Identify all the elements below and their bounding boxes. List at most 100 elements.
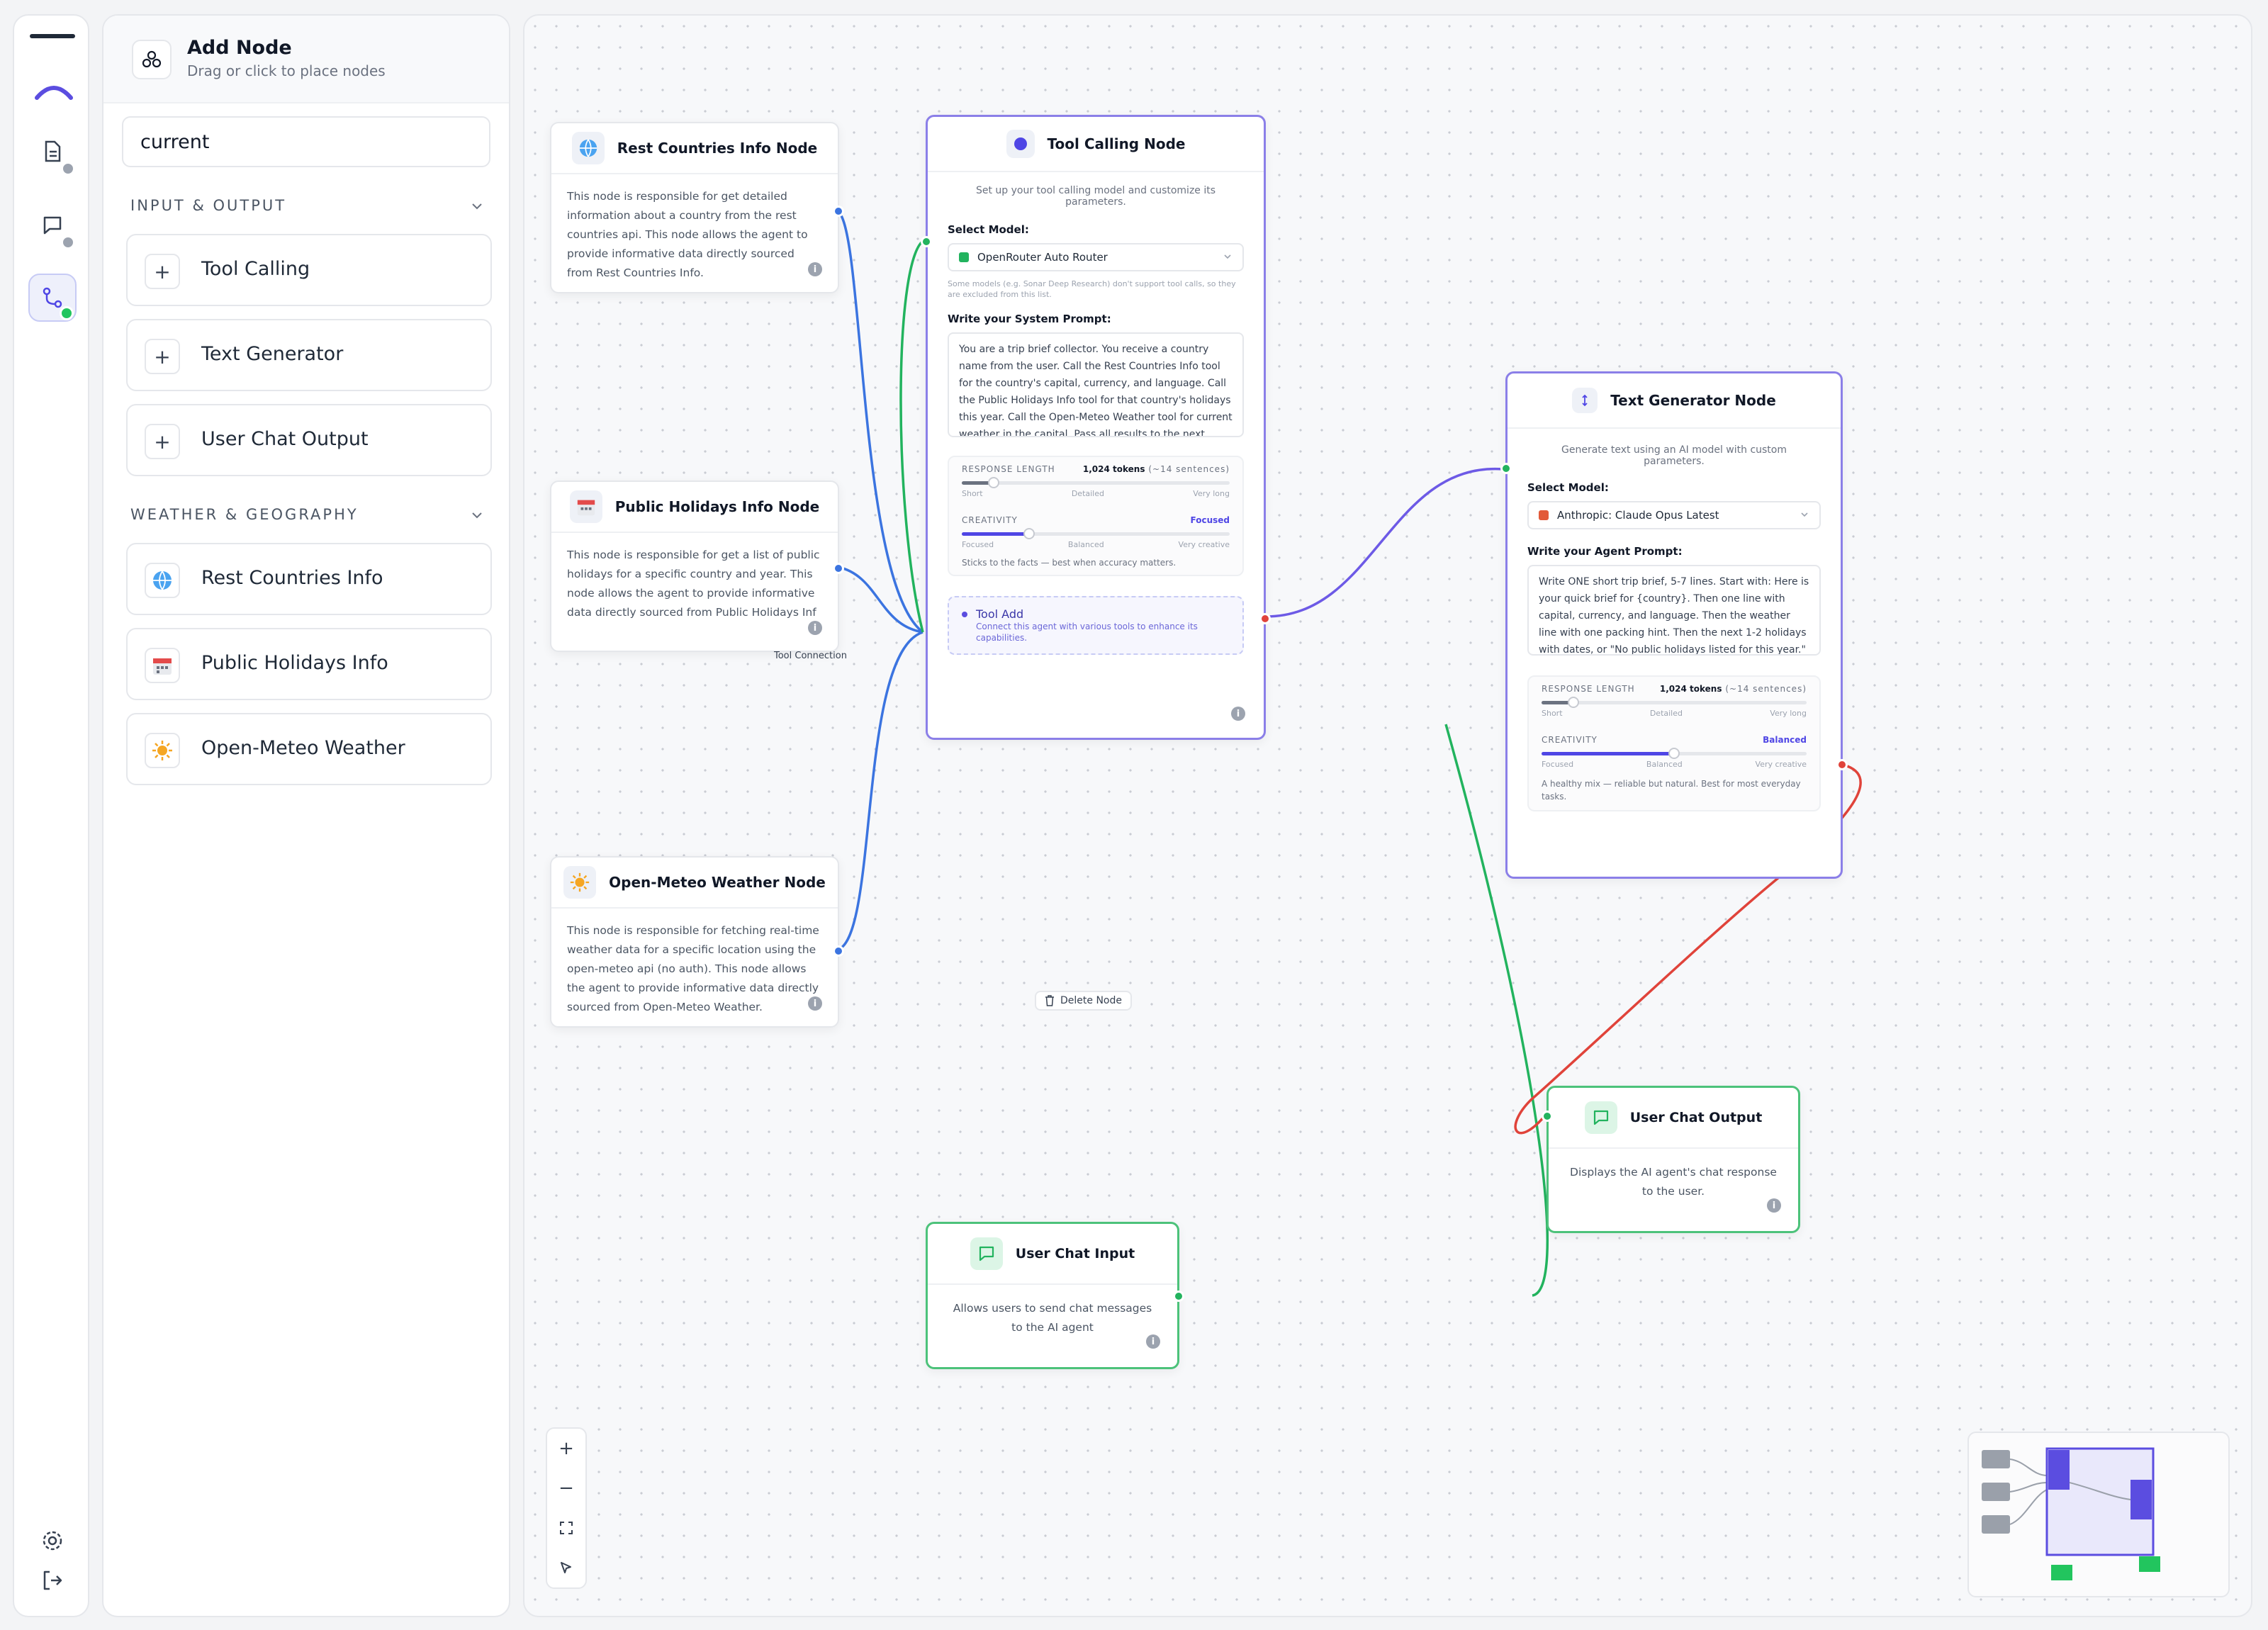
system-prompt-textarea[interactable]: You are a trip brief collector. You rece… — [948, 332, 1244, 437]
creativity-row: CREATIVITY Balanced — [1542, 735, 1807, 745]
tick-label: Very long — [1193, 489, 1230, 498]
chevron-down-icon — [472, 512, 482, 519]
response-length-slider[interactable] — [962, 477, 1230, 488]
agent-prompt-textarea[interactable]: Write ONE short trip brief, 5-7 lines. S… — [1527, 565, 1821, 656]
slider-handle[interactable] — [1567, 697, 1579, 708]
calendar-icon — [569, 490, 602, 523]
lock-button[interactable] — [547, 1548, 585, 1587]
input-handle[interactable] — [1542, 1111, 1553, 1122]
tool-input-handle[interactable] — [921, 236, 932, 247]
rail-documents-button[interactable] — [28, 128, 77, 176]
slider-handle[interactable] — [988, 477, 1000, 488]
section-input-output[interactable]: INPUT & OUTPUT — [130, 197, 482, 214]
model-select[interactable]: Anthropic: Claude Opus Latest — [1527, 501, 1821, 529]
fit-view-icon — [560, 1522, 573, 1534]
prompt-label: Write your System Prompt: — [948, 313, 1111, 325]
node-rest-countries[interactable]: Rest Countries Info Node This node is re… — [550, 122, 844, 293]
select-model-label: Select Model: — [948, 223, 1029, 236]
creativity-slider[interactable] — [1542, 748, 1807, 759]
trash-icon — [1045, 995, 1054, 1006]
node-item-public-holidays[interactable]: Public Holidays Info — [126, 628, 492, 700]
node-item-rest-countries[interactable]: Rest Countries Info — [126, 543, 492, 615]
node-user-chat-input[interactable]: User Chat Input Allows users to send cha… — [926, 1222, 1184, 1369]
tool-add-dropzone[interactable]: Tool Add Connect this agent with various… — [948, 596, 1244, 655]
logo-icon — [35, 86, 73, 100]
rail-workflow-button[interactable] — [28, 274, 77, 322]
response-length-label: RESPONSE LENGTH — [962, 464, 1055, 474]
info-icon[interactable]: i — [1146, 1334, 1160, 1349]
node-item-label: Open-Meteo Weather — [201, 737, 405, 759]
logout-icon[interactable] — [40, 1568, 65, 1593]
info-icon[interactable]: i — [808, 996, 822, 1011]
plus-icon: + — [145, 254, 180, 289]
creativity-label: CREATIVITY — [962, 515, 1018, 525]
delete-node-button[interactable]: Delete Node — [1035, 991, 1132, 1011]
node-search-input[interactable] — [122, 116, 490, 167]
output-handle[interactable] — [1173, 1291, 1184, 1302]
node-open-meteo[interactable]: Open-Meteo Weather Node This node is res… — [550, 856, 844, 1028]
node-title: User Chat Output — [1629, 1110, 1763, 1125]
node-user-chat-output[interactable]: User Chat Output Displays the AI agent's… — [1542, 1086, 1800, 1233]
menu-icon[interactable] — [30, 34, 75, 38]
nodes-icon — [132, 40, 172, 79]
zoom-in-button[interactable]: + — [547, 1429, 585, 1468]
pointer-icon — [561, 1562, 571, 1573]
tick-label: Detailed — [1649, 709, 1683, 718]
slider-handle[interactable] — [1023, 528, 1035, 539]
status-dot — [60, 306, 74, 320]
info-icon[interactable]: i — [808, 262, 822, 276]
delete-node-label: Delete Node — [1060, 995, 1122, 1006]
info-icon[interactable]: i — [808, 621, 822, 635]
settings-icon[interactable] — [40, 1528, 65, 1553]
output-handle[interactable] — [1836, 759, 1848, 770]
wire-public-holidays — [837, 566, 924, 634]
tick-label: Short — [962, 489, 983, 498]
fit-view-button[interactable] — [547, 1508, 585, 1548]
creativity-description: Sticks to the facts — best when accuracy… — [962, 558, 1177, 568]
plus-icon: + — [145, 339, 180, 374]
node-description: This node is responsible for fetching re… — [567, 924, 819, 1013]
output-handle[interactable] — [833, 206, 844, 217]
node-item-tool-calling[interactable]: + Tool Calling — [126, 234, 492, 306]
slider-handle[interactable] — [1668, 748, 1680, 759]
node-text-generator[interactable]: Text Generator Node Generate text using … — [1500, 371, 1848, 879]
node-description: Displays the AI agent's chat response to… — [1570, 1166, 1777, 1198]
response-length-slider[interactable] — [1542, 697, 1807, 708]
zoom-out-button[interactable]: − — [547, 1468, 585, 1508]
tick-label: Detailed — [1071, 489, 1104, 498]
node-title: Open-Meteo Weather Node — [609, 874, 826, 891]
chevron-down-icon — [1224, 254, 1231, 259]
creativity-value: Balanced — [1763, 735, 1807, 745]
node-item-text-generator[interactable]: + Text Generator — [126, 319, 492, 391]
output-handle[interactable] — [833, 563, 844, 574]
plus-icon: + — [145, 424, 180, 459]
minimap[interactable] — [1967, 1432, 2230, 1597]
node-item-label: Tool Calling — [201, 258, 310, 280]
node-title: Rest Countries Info Node — [617, 140, 818, 157]
rail-chat-button[interactable] — [28, 201, 77, 249]
node-public-holidays[interactable]: Public Holidays Info Node This node is r… — [550, 480, 844, 652]
section-weather-geography[interactable]: WEATHER & GEOGRAPHY — [130, 506, 482, 523]
creativity-slider[interactable] — [962, 528, 1230, 539]
tool-add-description: Connect this agent with various tools to… — [976, 622, 1198, 643]
node-item-user-chat-output[interactable]: + User Chat Output — [126, 404, 492, 476]
node-header: Rest Countries Info Node — [551, 123, 838, 174]
tick-label: Very creative — [1755, 760, 1807, 769]
output-handle[interactable] — [1259, 613, 1271, 624]
info-icon[interactable]: i — [1767, 1198, 1781, 1213]
node-description: Allows users to send chat messages to th… — [953, 1302, 1152, 1334]
node-tool-calling[interactable]: Tool Calling Node Set up your tool calli… — [921, 115, 1271, 740]
tool-connection-label: Tool Connection — [774, 651, 847, 661]
node-item-open-meteo[interactable]: Open-Meteo Weather — [126, 713, 492, 785]
input-handle[interactable] — [1500, 463, 1512, 474]
section-label: INPUT & OUTPUT — [130, 197, 287, 214]
tick-label: Very creative — [1178, 540, 1230, 549]
output-handle[interactable] — [833, 945, 844, 957]
panel-subtitle: Drag or click to place nodes — [187, 62, 386, 79]
workflow-canvas[interactable]: Rest Countries Info Node This node is re… — [523, 14, 2252, 1617]
model-select[interactable]: OpenRouter Auto Router — [948, 243, 1244, 271]
node-header: User Chat Input — [928, 1224, 1177, 1285]
response-length-value: 1,024 tokens — [1659, 684, 1722, 694]
add-node-panel: Add Node Drag or click to place nodes IN… — [102, 14, 510, 1617]
info-icon[interactable]: i — [1231, 707, 1245, 721]
